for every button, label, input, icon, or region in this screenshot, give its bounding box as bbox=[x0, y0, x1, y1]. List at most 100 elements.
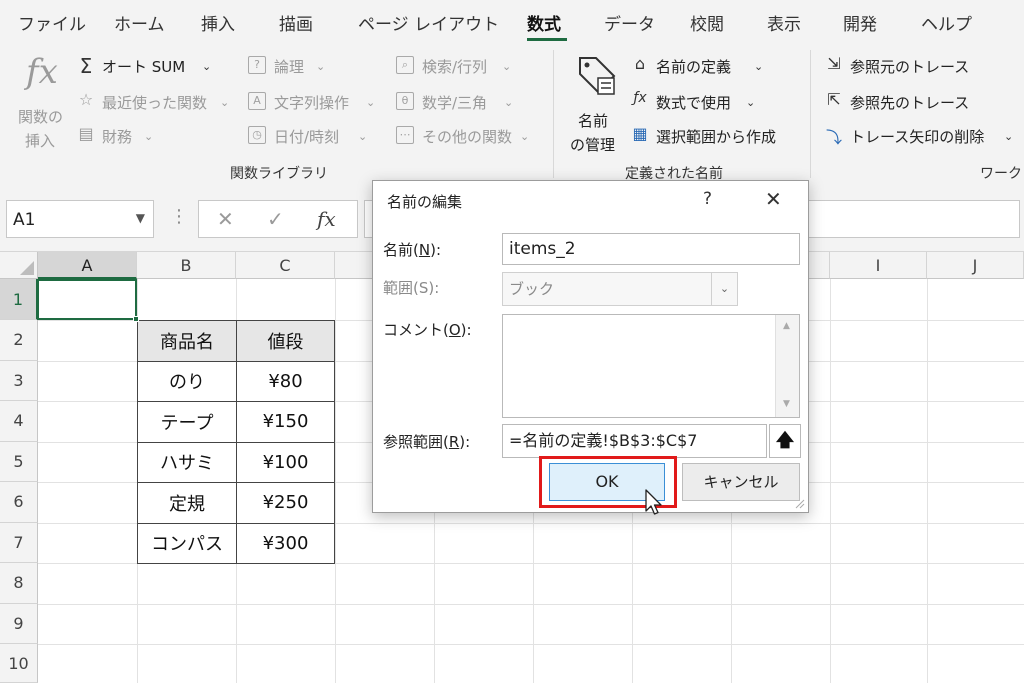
lookup-button[interactable]: ⌕ 検索/行列 ⌄ bbox=[394, 54, 524, 78]
function-library-group-label: 関数ライブラリ bbox=[230, 166, 328, 182]
cancel-button[interactable]: キャンセル bbox=[682, 463, 800, 501]
insert-function-icon[interactable]: fx bbox=[317, 207, 336, 231]
row-header-7[interactable]: 7 bbox=[0, 522, 38, 563]
close-icon[interactable]: ✕ bbox=[765, 187, 782, 211]
row-header-5[interactable]: 5 bbox=[0, 441, 38, 482]
active-cell-a1[interactable] bbox=[37, 279, 137, 320]
vertical-dots-icon: ⋮ bbox=[170, 206, 188, 227]
text-functions-button[interactable]: A 文字列操作 ⌄ bbox=[246, 90, 386, 114]
more-functions-button[interactable]: ⋯ その他の関数 ⌄ bbox=[394, 124, 544, 148]
tab-file[interactable]: ファイル bbox=[18, 10, 86, 35]
column-header-b[interactable]: B bbox=[137, 252, 236, 279]
select-all-corner[interactable] bbox=[0, 252, 38, 279]
name-input[interactable]: items_2 bbox=[502, 233, 800, 265]
collapse-dialog-arrow-icon[interactable]: 🡅 bbox=[769, 424, 801, 458]
star-icon: ☆ bbox=[78, 90, 94, 109]
ribbon-tab-bar: ファイル ホーム 挿入 描画 ページ レイアウト 数式 データ 校閲 表示 開発… bbox=[0, 0, 1024, 42]
datetime-button[interactable]: ◷ 日付/時刻 ⌄ bbox=[246, 124, 376, 148]
dialog-title: 名前の編集 bbox=[387, 193, 463, 211]
chevron-down-icon: ⌄ bbox=[520, 130, 530, 143]
clock-book-icon: ◷ bbox=[248, 126, 266, 144]
tab-home[interactable]: ホーム bbox=[114, 10, 165, 35]
comment-label: コメント(O): bbox=[383, 321, 472, 339]
column-header-c[interactable]: C bbox=[236, 252, 335, 279]
row-header-8[interactable]: 8 bbox=[0, 563, 38, 604]
remove-arrows-button[interactable]: ⤵ トレース矢印の削除 ⌄ bbox=[824, 124, 1024, 148]
formula-buttons: ✕ ✓ fx bbox=[198, 200, 358, 238]
tab-developer[interactable]: 開発 bbox=[843, 10, 877, 35]
tab-help[interactable]: ヘルプ bbox=[921, 10, 972, 35]
use-in-formula-button[interactable]: ƒx 数式で使用 ⌄ bbox=[630, 90, 770, 114]
row-header-10[interactable]: 10 bbox=[0, 644, 38, 683]
comment-scrollbar[interactable]: ▲ ▼ bbox=[775, 315, 799, 417]
more-book-icon: ⋯ bbox=[396, 126, 414, 144]
cancel-entry-icon[interactable]: ✕ bbox=[217, 207, 234, 231]
column-header-a[interactable]: A bbox=[38, 252, 137, 279]
scroll-down-icon[interactable]: ▼ bbox=[783, 399, 790, 409]
resize-grip-icon[interactable] bbox=[793, 497, 805, 509]
logical-button[interactable]: ? 論理 ⌄ bbox=[246, 54, 346, 78]
table-row: 定規 ¥250 bbox=[137, 482, 335, 524]
fill-handle[interactable] bbox=[133, 316, 139, 322]
gridline bbox=[335, 279, 336, 683]
sigma-icon: Σ bbox=[79, 54, 93, 78]
chevron-down-icon: ⌄ bbox=[220, 96, 230, 109]
financial-button[interactable]: ▤ 財務 ⌄ bbox=[76, 124, 166, 148]
confirm-entry-icon[interactable]: ✓ bbox=[267, 207, 284, 231]
table-header-cell[interactable]: 値段 bbox=[236, 320, 335, 362]
row-header-1[interactable]: 1 bbox=[0, 279, 38, 320]
column-header-j[interactable]: J bbox=[927, 252, 1024, 279]
chevron-down-icon: ⌄ bbox=[746, 96, 756, 109]
math-button[interactable]: θ 数学/三角 ⌄ bbox=[394, 90, 524, 114]
column-header-i[interactable]: I bbox=[830, 252, 927, 279]
tab-view[interactable]: 表示 bbox=[767, 10, 801, 35]
table-cell[interactable]: ハサミ bbox=[137, 441, 237, 483]
remove-arrows-label: トレース矢印の削除 bbox=[850, 128, 985, 146]
insert-function-button[interactable]: fx 関数の 挿入 bbox=[12, 50, 72, 150]
trace-dependents-button[interactable]: ⇱ 参照先のトレース bbox=[824, 90, 1024, 114]
row-header-3[interactable]: 3 bbox=[0, 360, 38, 401]
table-cell[interactable]: ¥80 bbox=[236, 360, 335, 402]
row-header-6[interactable]: 6 bbox=[0, 482, 38, 523]
caret-down-icon[interactable]: ▼ bbox=[136, 211, 145, 225]
create-from-selection-button[interactable]: ▦ 選択範囲から作成 bbox=[630, 124, 800, 148]
recent-functions-button[interactable]: ☆ 最近使った関数 ⌄ bbox=[76, 90, 236, 114]
help-button[interactable]: ? bbox=[703, 189, 712, 209]
row-header-2[interactable]: 2 bbox=[0, 320, 38, 361]
name-box[interactable]: A1 ▼ bbox=[6, 200, 154, 238]
tab-draw[interactable]: 描画 bbox=[279, 10, 313, 35]
table-header-cell[interactable]: 商品名 bbox=[137, 320, 237, 362]
tab-review[interactable]: 校閲 bbox=[690, 10, 724, 35]
row-header-4[interactable]: 4 bbox=[0, 401, 38, 442]
define-name-button[interactable]: ⌂ 名前の定義 ⌄ bbox=[630, 54, 770, 78]
chevron-down-icon[interactable]: ⌄ bbox=[711, 273, 737, 305]
scope-select[interactable]: ブック ⌄ bbox=[502, 272, 738, 306]
insert-function-label-1: 関数の bbox=[18, 108, 64, 126]
theta-book-icon: θ bbox=[396, 92, 414, 110]
comment-textarea[interactable]: ▲ ▼ bbox=[502, 314, 800, 418]
tag-fx-icon: ƒx bbox=[633, 90, 647, 106]
table-cell[interactable]: テープ bbox=[137, 401, 237, 443]
text-functions-label: 文字列操作 bbox=[274, 94, 350, 112]
table-cell[interactable]: ¥250 bbox=[236, 482, 335, 524]
table-cell[interactable]: のり bbox=[137, 360, 237, 402]
table-cell[interactable]: 定規 bbox=[137, 482, 237, 524]
tab-page-layout[interactable]: ページ レイアウト bbox=[358, 10, 499, 35]
name-manager-button[interactable]: 名前 の管理 bbox=[568, 52, 624, 154]
logical-label: 論理 bbox=[274, 58, 305, 76]
row-header-9[interactable]: 9 bbox=[0, 603, 38, 644]
reference-input[interactable]: =名前の定義!$B$3:$C$7 bbox=[502, 424, 767, 458]
chevron-down-icon: ⌄ bbox=[202, 60, 212, 73]
table-cell[interactable]: コンパス bbox=[137, 522, 237, 564]
tag-icon: ⌂ bbox=[634, 54, 646, 73]
scroll-up-icon[interactable]: ▲ bbox=[783, 321, 790, 331]
tab-formulas[interactable]: 数式 bbox=[527, 10, 561, 35]
tab-data[interactable]: データ bbox=[604, 10, 655, 35]
table-cell[interactable]: ¥100 bbox=[236, 441, 335, 483]
autosum-button[interactable]: Σ オート SUM ⌄ bbox=[76, 54, 222, 78]
table-select-icon: ▦ bbox=[632, 124, 648, 143]
table-cell[interactable]: ¥300 bbox=[236, 522, 335, 564]
trace-precedents-button[interactable]: ⇲ 参照元のトレース bbox=[824, 54, 1024, 78]
tab-insert[interactable]: 挿入 bbox=[201, 10, 235, 35]
table-cell[interactable]: ¥150 bbox=[236, 401, 335, 443]
